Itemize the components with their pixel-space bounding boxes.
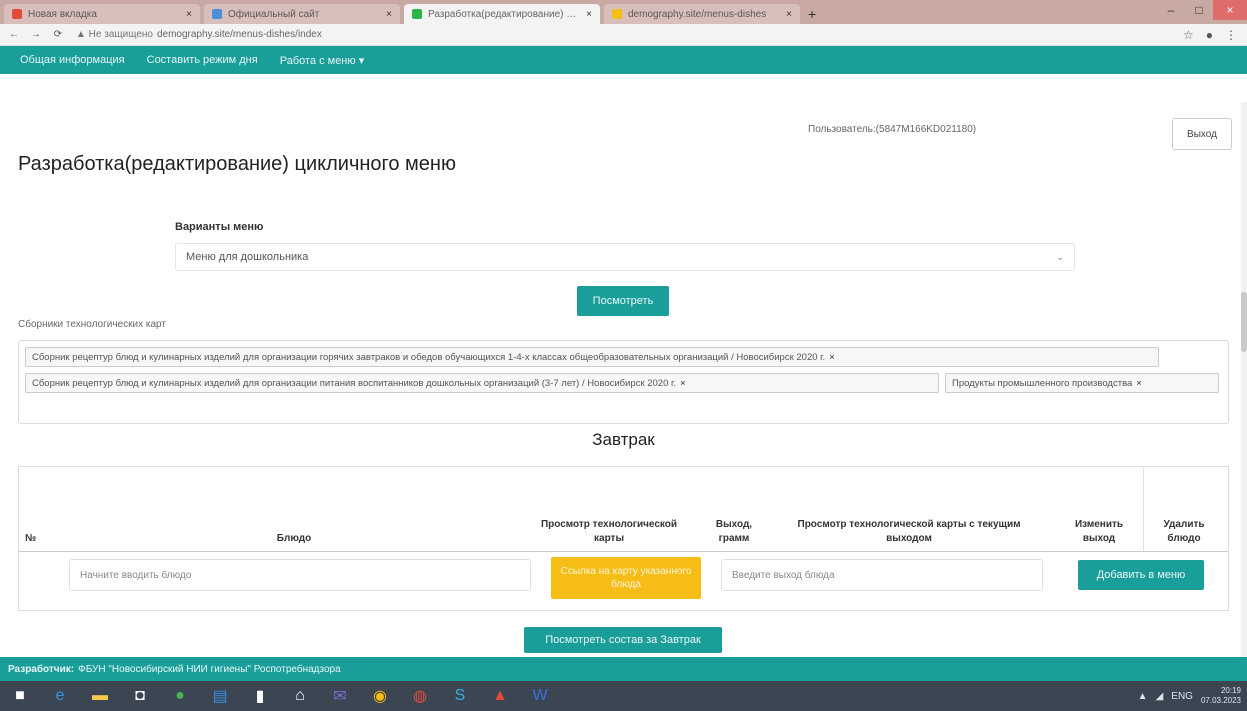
app-nav-bar: Общая информация Составить режим дня Раб…	[0, 46, 1247, 74]
url-field[interactable]: ▲ Не защищено demography.site/menus-dishe…	[76, 29, 1183, 40]
system-tray: ▲ ◢ ENG 20:19 07.03.2023	[1138, 681, 1241, 711]
profile-icon[interactable]: ●	[1206, 28, 1213, 42]
tab-favicon-icon	[612, 9, 622, 19]
browser-menu-icon[interactable]: ⋮	[1225, 28, 1237, 42]
column-header-delete: Удалить блюдо	[1163, 519, 1205, 544]
language-indicator[interactable]: ENG	[1171, 691, 1193, 702]
bookmark-star-icon[interactable]: ☆	[1183, 28, 1194, 42]
remove-tag-icon[interactable]: ×	[680, 378, 686, 389]
dish-table: № Блюдо Просмотр технологической карты В…	[18, 466, 1229, 611]
mail-icon[interactable]: ✉	[320, 681, 360, 711]
pdf-icon[interactable]: ▲	[480, 681, 520, 711]
yield-input[interactable]: Введите выход блюда	[721, 559, 1043, 591]
minimize-button[interactable]: –	[1157, 0, 1185, 20]
edge-icon[interactable]: e	[40, 681, 80, 711]
clock-time: 20:19	[1220, 686, 1241, 696]
menu-variants-value: Меню для дошкольника	[186, 251, 309, 263]
tab-favicon-icon	[12, 9, 22, 19]
tab-close-icon[interactable]: ×	[586, 9, 592, 20]
tab-title: Новая вкладка	[28, 8, 97, 20]
tab-close-icon[interactable]: ×	[786, 9, 792, 20]
nav-item-menu-work[interactable]: Работа с меню ▾	[280, 54, 365, 67]
insecure-warning: ▲ Не защищено	[76, 29, 153, 40]
tab-title: Официальный сайт	[228, 8, 320, 20]
address-bar-actions: ☆ ● ⋮	[1183, 28, 1237, 42]
browser-tab[interactable]: Официальный сайт ×	[204, 4, 400, 24]
collection-tag-label: Сборник рецептур блюд и кулинарных издел…	[32, 351, 826, 363]
menu-variants-label: Варианты меню	[175, 221, 264, 233]
column-header-card-current: Просмотр технологической карты с текущим…	[797, 519, 1021, 544]
collection-tag: Сборник рецептур блюд и кулинарных издел…	[25, 347, 1159, 367]
address-bar: ← → ⟳ ▲ Не защищено demography.site/menus…	[0, 24, 1247, 46]
meal-title: Завтрак	[592, 430, 655, 449]
page-title: Разработка(редактирование) цикличного ме…	[18, 153, 456, 175]
column-divider	[1143, 467, 1144, 551]
store-icon[interactable]: ◘	[120, 681, 160, 711]
collections-multiselect[interactable]: Сборник рецептур блюд и кулинарных издел…	[18, 340, 1229, 424]
taskbar: ■ e ▬ ◘ ● ▤ ▮ ⌂ ✉ ◉ ◍ S ▲ W ▲ ◢ ENG 20:1…	[0, 681, 1247, 711]
collection-tag: Продукты промышленного производства ×	[945, 373, 1219, 393]
remove-tag-icon[interactable]: ×	[1136, 378, 1142, 389]
reload-icon[interactable]: ⟳	[50, 29, 66, 40]
tab-title: Разработка(редактирование) циклично	[428, 8, 580, 20]
browser-tab[interactable]: demography.site/menus-dishes ×	[604, 4, 800, 24]
footer: Разработчик: ФБУН "Новосибирский НИИ гиг…	[0, 657, 1247, 681]
skype-icon[interactable]: S	[440, 681, 480, 711]
url-text: demography.site/menus-dishes/index	[156, 29, 322, 40]
column-header-dish: Блюдо	[276, 532, 312, 544]
page-scrollbar[interactable]	[1241, 102, 1247, 657]
column-header-yield: Выход, грамм	[715, 519, 753, 544]
tab-close-icon[interactable]: ×	[186, 9, 192, 20]
tab-title: demography.site/menus-dishes	[628, 8, 767, 20]
network-icon[interactable]: ▲	[1138, 691, 1148, 702]
nav-item-general-info[interactable]: Общая информация	[20, 54, 125, 66]
collection-tag-label: Продукты промышленного производства	[952, 377, 1133, 389]
nav-item-daily-schedule[interactable]: Составить режим дня	[147, 54, 258, 66]
footer-text: ФБУН "Новосибирский НИИ гигиены" Роспотр…	[78, 663, 341, 675]
browser-tab[interactable]: Новая вкладка ×	[4, 4, 200, 24]
logout-button[interactable]: Выход	[1172, 118, 1232, 150]
tab-favicon-icon	[212, 9, 222, 19]
column-header-change-yield: Изменить выход	[1074, 519, 1124, 544]
tab-favicon-icon	[412, 9, 422, 19]
add-to-menu-button[interactable]: Добавить в меню	[1078, 560, 1204, 590]
new-tab-button[interactable]: +	[808, 4, 816, 24]
document-icon[interactable]: ▮	[240, 681, 280, 711]
forward-icon[interactable]: →	[28, 29, 44, 40]
view-breakfast-composition-button[interactable]: Посмотреть состав за Завтрак	[524, 627, 722, 653]
back-icon[interactable]: ←	[6, 29, 22, 40]
collections-label: Сборники технологических карт	[18, 319, 166, 330]
home-icon[interactable]: ⌂	[280, 681, 320, 711]
column-header-card: Просмотр технологической карты	[540, 519, 678, 544]
app2-icon[interactable]: ◉	[360, 681, 400, 711]
user-info: Пользователь:(5847M166KD021180)	[808, 124, 977, 135]
dish-input[interactable]: Начните вводить блюдо	[69, 559, 531, 591]
window-controls: – □ ×	[1157, 0, 1247, 20]
menu-variants-select[interactable]: Меню для дошкольника ⌄	[175, 243, 1075, 271]
chevron-down-icon: ⌄	[1056, 252, 1064, 262]
maximize-button[interactable]: □	[1185, 0, 1213, 20]
collection-tag-label: Сборник рецептур блюд и кулинарных издел…	[32, 377, 676, 389]
clock-date: 07.03.2023	[1200, 696, 1241, 705]
tech-card-link-button[interactable]: Ссылка на карту указанного блюда	[551, 557, 701, 599]
chrome-icon[interactable]: ◍	[400, 681, 440, 711]
tab-close-icon[interactable]: ×	[386, 9, 392, 20]
volume-icon[interactable]: ◢	[1156, 691, 1164, 702]
collection-tag: Сборник рецептур блюд и кулинарных издел…	[25, 373, 939, 393]
column-header-num: №	[25, 532, 37, 544]
remove-tag-icon[interactable]: ×	[829, 352, 835, 363]
windows-start-icon[interactable]: ■	[0, 681, 40, 711]
scrollbar-thumb[interactable]	[1241, 292, 1247, 352]
view-button[interactable]: Посмотреть	[577, 286, 669, 316]
close-window-button[interactable]: ×	[1213, 0, 1247, 20]
word-icon[interactable]: W	[520, 681, 560, 711]
footer-label: Разработчик:	[8, 663, 75, 675]
browser-tab-active[interactable]: Разработка(редактирование) циклично ×	[404, 4, 600, 24]
file-explorer-icon[interactable]: ▬	[80, 681, 120, 711]
clock[interactable]: 20:19 07.03.2023	[1201, 686, 1241, 705]
app-icon[interactable]: ▤	[200, 681, 240, 711]
browser-tab-bar: Новая вкладка × Официальный сайт × Разрабо…	[0, 0, 1247, 24]
utorrent-icon[interactable]: ●	[160, 681, 200, 711]
header-divider	[19, 551, 1228, 552]
